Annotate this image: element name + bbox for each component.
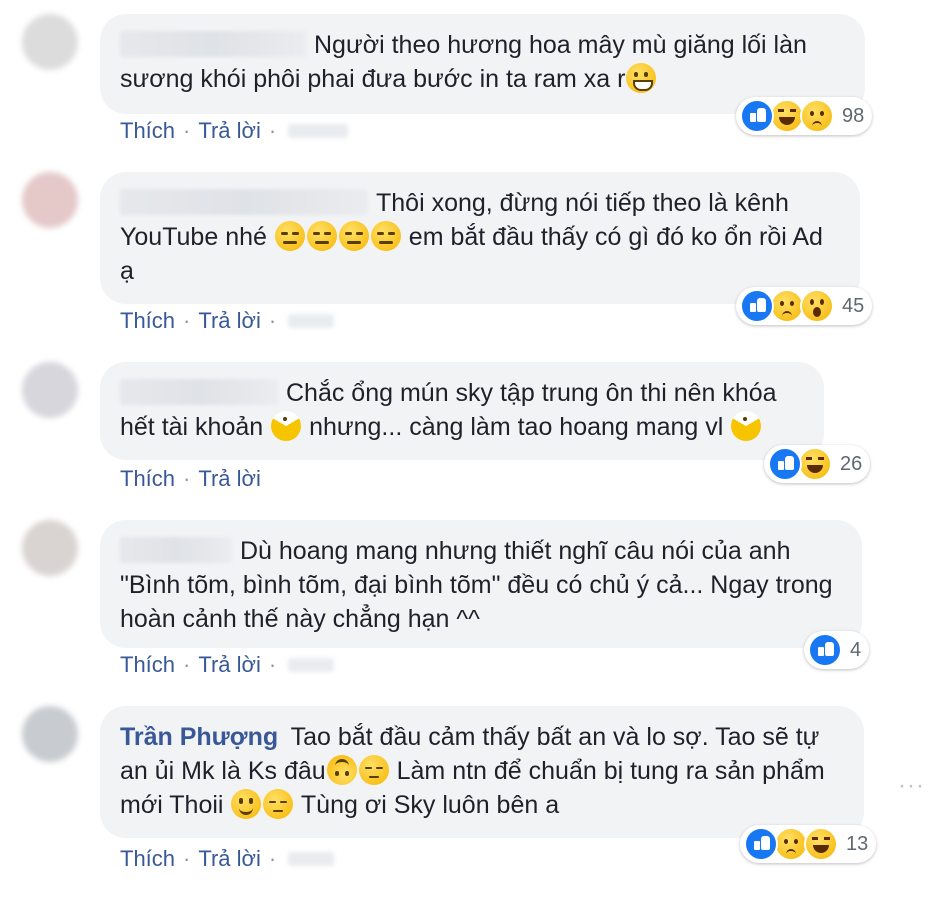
reaction-summary[interactable]: 26 — [764, 445, 871, 483]
like-link[interactable]: Thích — [120, 118, 175, 144]
more-options-button[interactable]: ··· — [898, 772, 925, 800]
expressionless-icon — [370, 221, 401, 251]
reaction-count: 45 — [842, 294, 865, 317]
avatar[interactable] — [22, 706, 78, 762]
comment-actions: Thích · Trả lời · — [120, 652, 335, 678]
expressionless-icon — [338, 221, 369, 251]
haha-icon — [798, 447, 832, 481]
reply-link[interactable]: Trả lời — [198, 308, 261, 334]
comment-text: nhưng... càng làm tao hoang mang vl — [302, 413, 731, 441]
upside-down-icon — [326, 755, 357, 785]
grinning-sweat-icon — [626, 63, 657, 93]
comment-text: Tùng ơi Sky luôn bên a — [294, 791, 560, 819]
separator: · — [268, 118, 277, 143]
reaction-summary[interactable]: 98 — [736, 97, 873, 135]
author-name-blurred[interactable] — [120, 189, 368, 215]
wow-icon — [800, 289, 834, 323]
smile-icon — [231, 789, 262, 819]
reaction-summary[interactable]: 45 — [736, 287, 873, 325]
pensive-icon — [263, 789, 294, 819]
reaction-summary[interactable]: 4 — [804, 631, 870, 669]
reaction-summary[interactable]: 13 — [740, 825, 877, 863]
like-link[interactable]: Thích — [120, 846, 175, 872]
haha-icon — [770, 99, 804, 133]
separator: · — [268, 846, 277, 871]
timestamp-blurred[interactable] — [288, 314, 335, 328]
separator: · — [268, 652, 277, 677]
comment-bubble: Trần Phượng Tao bắt đầu cảm thấy bất an … — [100, 706, 864, 838]
reply-link[interactable]: Trả lời — [198, 466, 261, 492]
sad-icon — [800, 99, 834, 133]
like-link[interactable]: Thích — [120, 308, 175, 334]
timestamp-blurred[interactable] — [288, 124, 349, 138]
pacman-icon — [731, 411, 762, 441]
reaction-count: 98 — [842, 104, 865, 127]
author-name[interactable]: Trần Phượng — [120, 723, 278, 751]
like-icon — [768, 447, 802, 481]
avatar[interactable] — [22, 172, 78, 228]
avatar[interactable] — [22, 362, 78, 418]
reply-link[interactable]: Trả lời — [198, 652, 261, 678]
pacman-icon — [271, 411, 302, 441]
like-icon — [740, 99, 774, 133]
comment-actions: Thích · Trả lời — [120, 466, 261, 492]
avatar[interactable] — [22, 520, 78, 576]
author-name-blurred[interactable] — [120, 379, 278, 405]
pensive-icon — [358, 755, 389, 785]
author-name-blurred[interactable] — [120, 31, 306, 57]
comment-actions: Thích · Trả lời · — [120, 846, 335, 872]
comment-bubble: Chắc ổng mún sky tập trung ôn thi nên kh… — [100, 362, 824, 460]
timestamp-blurred[interactable] — [288, 658, 335, 672]
like-icon — [744, 827, 778, 861]
sad-icon — [770, 289, 804, 323]
separator: · — [268, 308, 277, 333]
comment-bubble: Thôi xong, đừng nói tiếp theo là kênh Yo… — [100, 172, 860, 304]
like-link[interactable]: Thích — [120, 652, 175, 678]
reaction-count: 4 — [850, 638, 862, 661]
separator: · — [183, 308, 191, 333]
reply-link[interactable]: Trả lời — [198, 118, 261, 144]
separator: · — [183, 466, 191, 491]
timestamp-blurred[interactable] — [288, 852, 335, 866]
comment-actions: Thích · Trả lời · — [120, 118, 349, 144]
reaction-count: 13 — [846, 832, 869, 855]
expressionless-icon — [306, 221, 337, 251]
like-link[interactable]: Thích — [120, 466, 175, 492]
sad-icon — [774, 827, 808, 861]
comment-actions: Thích · Trả lời · — [120, 308, 335, 334]
avatar[interactable] — [22, 14, 78, 70]
separator: · — [183, 118, 191, 143]
separator: · — [183, 846, 191, 871]
like-icon — [808, 633, 842, 667]
haha-icon — [804, 827, 838, 861]
author-name-blurred[interactable] — [120, 537, 232, 563]
reply-link[interactable]: Trả lời — [198, 846, 261, 872]
expressionless-icon — [274, 221, 305, 251]
reaction-count: 26 — [840, 452, 863, 475]
separator: · — [183, 652, 191, 677]
comment-bubble: Dù hoang mang nhưng thiết nghĩ câu nói c… — [100, 520, 862, 648]
like-icon — [740, 289, 774, 323]
